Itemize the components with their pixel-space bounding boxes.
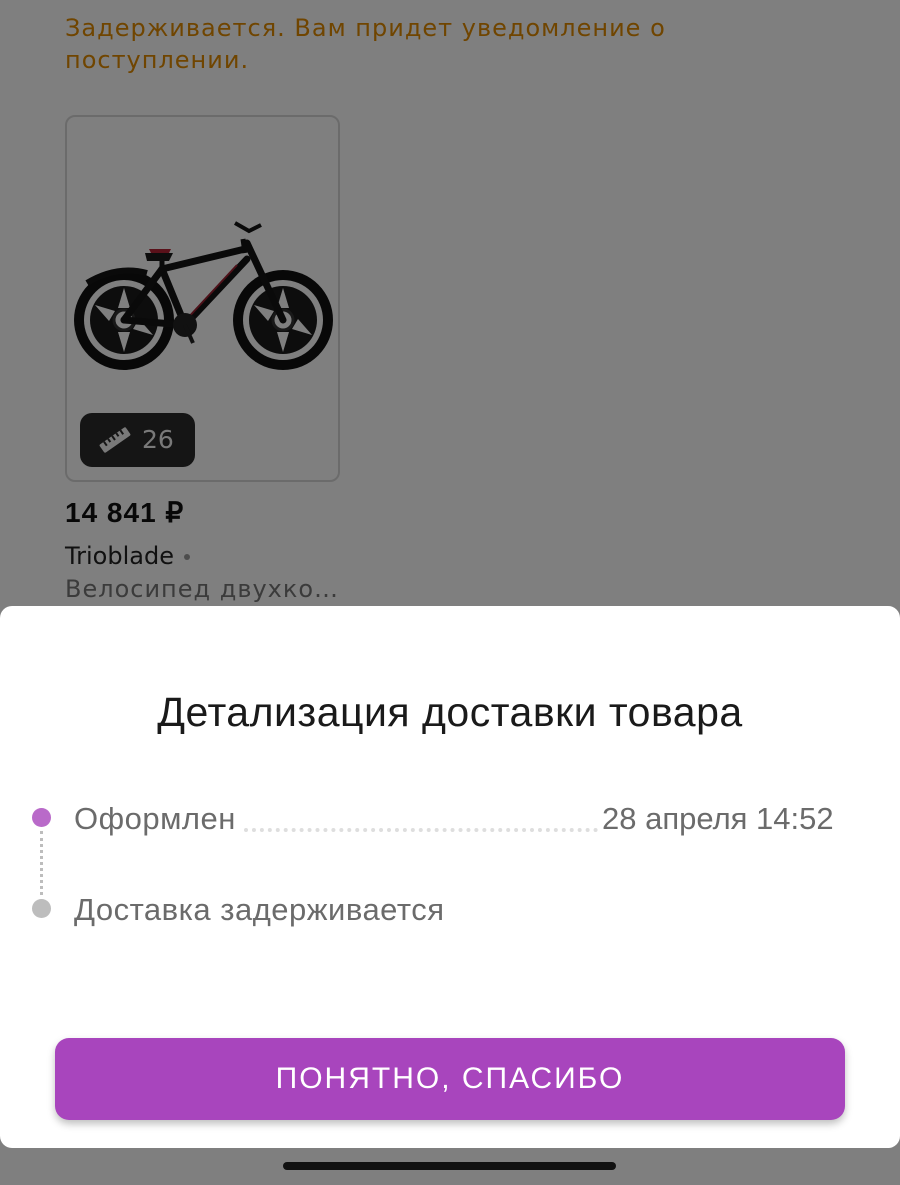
- home-indicator[interactable]: [283, 1162, 616, 1170]
- step-dotted-leader: [244, 828, 598, 832]
- confirm-button[interactable]: ПОНЯТНО, СПАСИБО: [55, 1038, 845, 1120]
- step-delayed-label: Доставка задерживается: [74, 892, 445, 927]
- sheet-title: Детализация доставки товара: [157, 689, 743, 735]
- step-ordered-date: 28 апреля 14:52: [602, 801, 834, 836]
- timeline-connector: [40, 831, 43, 895]
- timeline-dot-ordered: [32, 808, 51, 827]
- timeline-dot-delayed: [32, 899, 51, 918]
- step-ordered-label: Оформлен: [74, 801, 236, 836]
